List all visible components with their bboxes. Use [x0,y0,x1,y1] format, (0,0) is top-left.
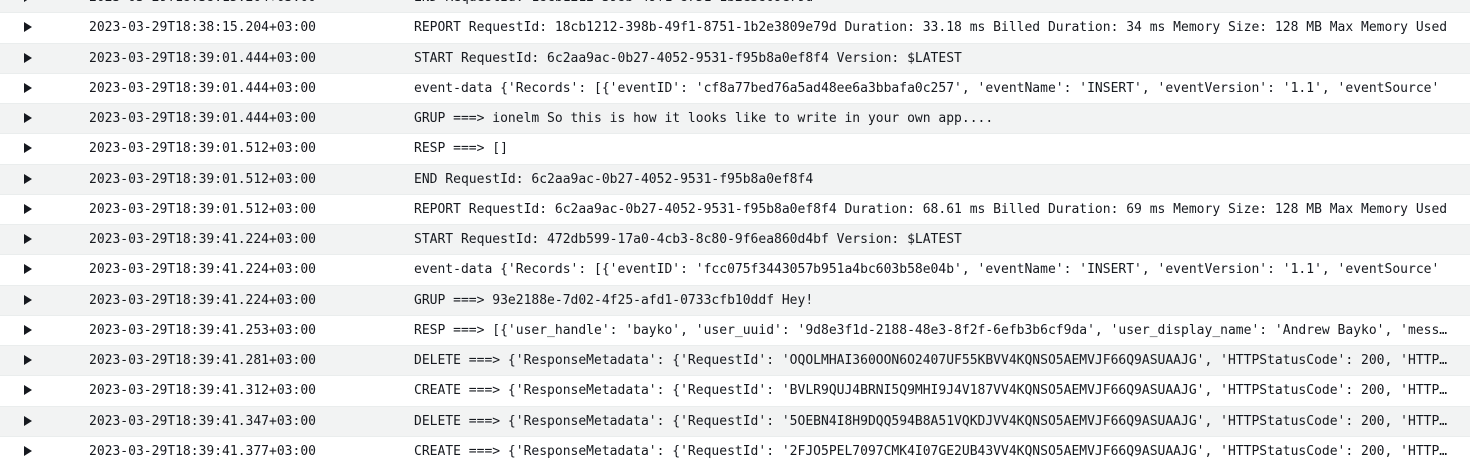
caret-right-icon[interactable] [24,324,32,335]
log-event-row[interactable]: 2023-03-29T18:39:41.253+03:00 RESP ===> … [0,315,1470,346]
log-event-row[interactable]: 2023-03-29T18:39:01.444+03:00 START Requ… [0,43,1470,74]
log-event-row[interactable]: 2023-03-29T18:39:41.312+03:00 CREATE ===… [0,376,1470,407]
log-event-row[interactable]: 2023-03-29T18:39:01.444+03:00 event-data… [0,73,1470,104]
caret-right-icon[interactable] [24,294,32,305]
caret-right-icon[interactable] [24,143,32,154]
log-message: DELETE ===> {'ResponseMetadata': {'Reque… [414,353,1454,368]
caret-right-icon[interactable] [24,234,32,244]
caret-right-icon[interactable] [24,0,32,2]
log-message: START RequestId: 6c2aa9ac-0b27-4052-9531… [414,50,962,66]
caret-right-icon[interactable] [24,385,32,396]
log-event-row[interactable]: 2023-03-29T18:39:01.512+03:00 REPORT Req… [0,194,1470,225]
log-timestamp: 2023-03-29T18:39:01.512+03:00 [89,201,316,217]
log-timestamp: 2023-03-29T18:39:01.444+03:00 [89,111,316,126]
log-timestamp: 2023-03-29T18:38:15.204+03:00 [89,0,316,13]
log-event-row[interactable]: 2023-03-29T18:39:01.512+03:00 RESP ===> … [0,134,1470,165]
log-message: RESP ===> [{'user_handle': 'bayko', 'use… [414,322,1454,338]
caret-right-icon[interactable] [24,82,32,93]
log-timestamp: 2023-03-29T18:39:41.253+03:00 [89,322,316,338]
caret-right-icon[interactable] [24,203,32,214]
caret-right-icon[interactable] [24,113,32,123]
log-timestamp: 2023-03-29T18:39:01.512+03:00 [89,141,316,157]
log-timestamp: 2023-03-29T18:39:41.224+03:00 [89,232,316,247]
caret-right-icon[interactable] [24,52,32,63]
log-message: event-data {'Records': [{'eventID': 'cf8… [414,80,1440,96]
log-event-row[interactable]: 2023-03-29T18:39:41.224+03:00 START Requ… [0,225,1470,256]
log-message: CREATE ===> {'ResponseMetadata': {'Reque… [414,443,1454,459]
log-event-row[interactable]: 2023-03-29T18:39:01.444+03:00 GRUP ===> … [0,104,1470,135]
caret-right-icon[interactable] [24,173,32,184]
log-message: REPORT RequestId: 18cb1212-398b-49f1-875… [414,20,1448,36]
log-event-row[interactable]: 2023-03-29T18:39:41.377+03:00 CREATE ===… [0,436,1470,462]
log-timestamp: 2023-03-29T18:39:01.512+03:00 [89,171,316,187]
caret-right-icon[interactable] [24,355,32,365]
log-event-row[interactable]: 2023-03-29T18:39:01.512+03:00 END Reques… [0,164,1470,195]
log-event-row[interactable]: 2023-03-29T18:39:41.347+03:00 DELETE ===… [0,406,1470,437]
caret-right-icon[interactable] [24,415,32,426]
log-message: RESP ===> [] [414,141,508,157]
caret-right-icon[interactable] [24,264,32,275]
log-timestamp: 2023-03-29T18:39:01.444+03:00 [89,50,316,66]
log-timestamp: 2023-03-29T18:39:41.224+03:00 [89,262,316,278]
log-message: REPORT RequestId: 6c2aa9ac-0b27-4052-953… [414,201,1448,217]
log-timestamp: 2023-03-29T18:39:41.281+03:00 [89,353,316,368]
log-timestamp: 2023-03-29T18:38:15.204+03:00 [89,20,316,36]
log-message: START RequestId: 472db599-17a0-4cb3-8c80… [414,232,962,247]
log-events-list: 2023-03-29T18:38:15.204+03:00 END Reques… [0,0,1470,462]
log-timestamp: 2023-03-29T18:39:41.312+03:00 [89,383,316,399]
log-message: DELETE ===> {'ResponseMetadata': {'Reque… [414,413,1454,429]
log-message: GRUP ===> ionelm So this is how it looks… [414,111,994,126]
log-timestamp: 2023-03-29T18:39:41.224+03:00 [89,292,316,308]
log-message: event-data {'Records': [{'eventID': 'fcc… [414,262,1440,278]
log-event-row[interactable]: 2023-03-29T18:39:41.281+03:00 DELETE ===… [0,346,1470,377]
log-event-row[interactable]: 2023-03-29T18:39:41.224+03:00 GRUP ===> … [0,285,1470,316]
log-events-table: 2023-03-29T18:38:15.204+03:00 END Reques… [0,0,1470,462]
log-message: END RequestId: 6c2aa9ac-0b27-4052-9531-f… [414,171,814,187]
log-timestamp: 2023-03-29T18:39:01.444+03:00 [89,80,316,96]
log-message: GRUP ===> 93e2188e-7d02-4f25-afd1-0733cf… [414,292,814,308]
caret-right-icon[interactable] [24,22,32,33]
log-message: CREATE ===> {'ResponseMetadata': {'Reque… [414,383,1454,399]
log-timestamp: 2023-03-29T18:39:41.377+03:00 [89,443,316,459]
caret-right-icon[interactable] [24,445,32,456]
log-event-row[interactable]: 2023-03-29T18:39:41.224+03:00 event-data… [0,255,1470,286]
log-event-row[interactable]: 2023-03-29T18:38:15.204+03:00 END Reques… [0,0,1470,14]
log-message: END RequestId: 18cb1212-398b-49f1-8751-1… [414,0,1454,13]
log-timestamp: 2023-03-29T18:39:41.347+03:00 [89,413,316,429]
log-event-row[interactable]: 2023-03-29T18:38:15.204+03:00 REPORT Req… [0,13,1470,44]
